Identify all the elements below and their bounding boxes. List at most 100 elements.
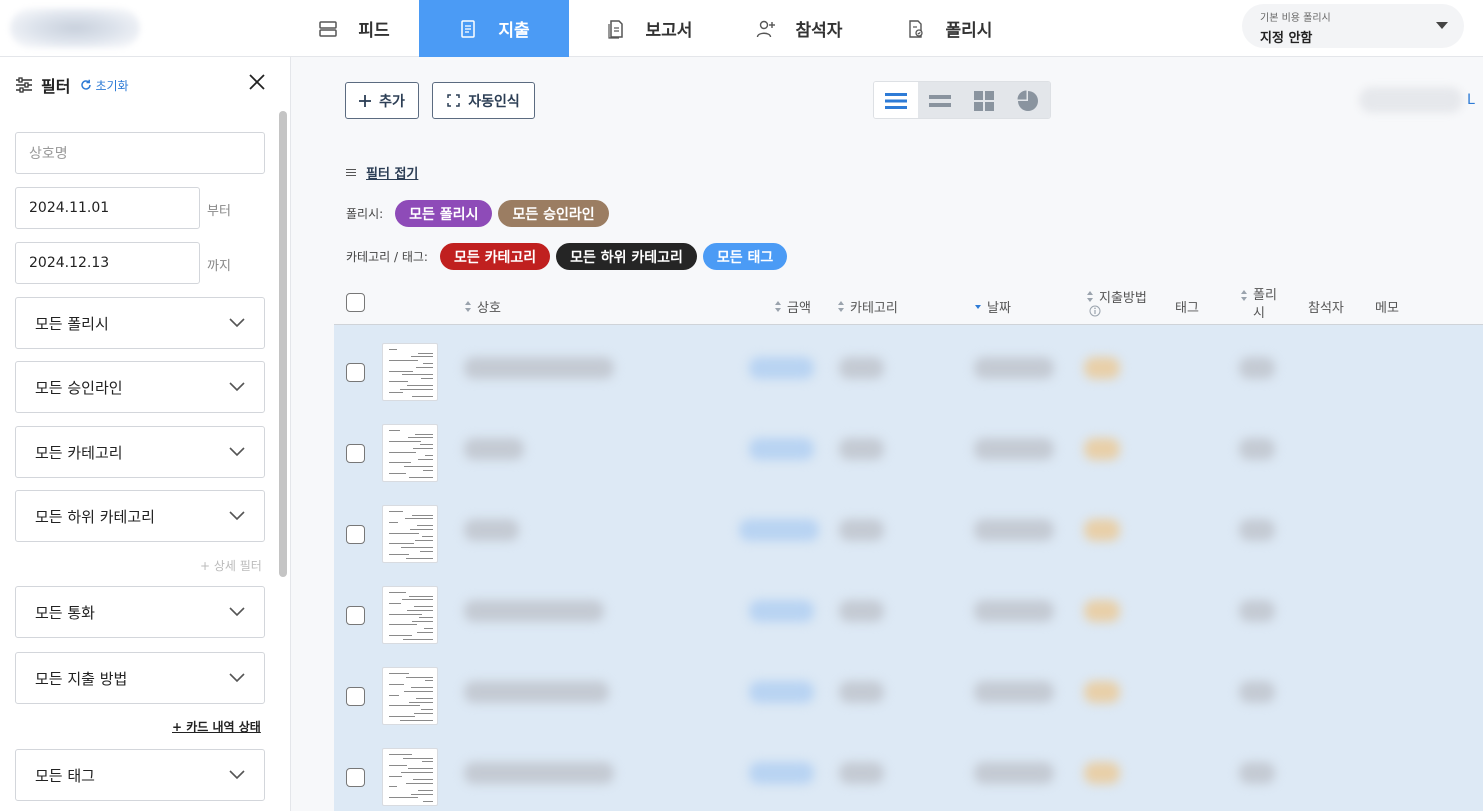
subcategory-chip[interactable]: 모든 하위 카테고리	[556, 243, 697, 270]
column-category[interactable]: 카테고리	[838, 297, 898, 316]
sort-icon	[465, 301, 471, 312]
column-date[interactable]: 날짜	[975, 297, 1011, 316]
merchant-input[interactable]: 상호명	[15, 132, 265, 174]
info-icon[interactable]	[1089, 305, 1101, 317]
company-logo[interactable]	[10, 8, 140, 48]
category-chip-label: 카테고리 / 태그:	[346, 250, 428, 264]
column-amount[interactable]: 금액	[775, 297, 811, 316]
nav-item-feed[interactable]: 피드	[289, 0, 419, 57]
table-row[interactable]	[334, 325, 1483, 406]
sort-icon	[775, 301, 781, 312]
detail-filter-link[interactable]: + 상세 필터	[200, 557, 262, 574]
amount-cell	[739, 519, 819, 541]
column-merchant[interactable]: 상호	[465, 297, 501, 316]
payment-method-cell	[1084, 681, 1120, 703]
default-policy-selector[interactable]: 기본 비용 폴리시 지정 안함	[1242, 4, 1464, 48]
column-label: 태그	[1175, 301, 1199, 316]
row-checkbox[interactable]	[346, 687, 365, 706]
compact-view-button[interactable]	[918, 82, 962, 118]
table-row[interactable]	[334, 406, 1483, 487]
reset-filters-button[interactable]: 초기화	[80, 77, 129, 94]
merchant-cell	[464, 519, 519, 541]
sort-icon	[838, 301, 844, 312]
receipt-thumbnail[interactable]	[382, 586, 438, 644]
policy-chip[interactable]: 모든 폴리시	[395, 200, 493, 227]
auto-recognize-button[interactable]: 자동인식	[432, 82, 535, 119]
column-payment-method[interactable]: 지출방법	[1087, 287, 1147, 306]
approval-line-chip[interactable]: 모든 승인라인	[498, 200, 609, 227]
tag-filter-select[interactable]: 모든 태그	[15, 749, 265, 801]
policy-selector-label: 기본 비용 폴리시	[1260, 13, 1331, 24]
receipt-icon	[461, 19, 476, 38]
category-filter-select[interactable]: 모든 카테고리	[15, 426, 265, 478]
column-memo[interactable]: 메모	[1375, 297, 1399, 316]
row-checkbox[interactable]	[346, 768, 365, 787]
row-checkbox[interactable]	[346, 606, 365, 625]
list-view-button[interactable]	[874, 82, 918, 118]
date-cell	[974, 519, 1054, 541]
table-row[interactable]	[334, 649, 1483, 730]
add-expense-button[interactable]: 추가	[345, 82, 419, 119]
table-row[interactable]	[334, 568, 1483, 649]
sliders-icon	[16, 77, 32, 93]
chart-view-button[interactable]	[1006, 82, 1050, 118]
policy-cell	[1239, 357, 1275, 379]
policy-cell	[1239, 600, 1275, 622]
close-icon[interactable]	[248, 73, 266, 91]
column-attendees[interactable]: 참석자	[1308, 297, 1344, 316]
scan-frame-icon	[447, 94, 460, 107]
receipt-thumbnail[interactable]	[382, 343, 438, 401]
nav-label: 피드	[358, 21, 390, 41]
nav-item-expense[interactable]: 지출	[419, 0, 569, 57]
blurred-user-info	[1359, 87, 1463, 113]
receipt-thumbnail[interactable]	[382, 505, 438, 563]
table-row[interactable]	[334, 487, 1483, 568]
table-row[interactable]	[334, 730, 1483, 811]
row-checkbox[interactable]	[346, 363, 365, 382]
column-label: 지출방법	[1099, 291, 1147, 306]
date-from-input[interactable]: 2024.11.01	[15, 187, 200, 229]
payment-method-cell	[1084, 600, 1120, 622]
category-cell	[839, 519, 884, 541]
card-status-link[interactable]: + 카드 내역 상태	[172, 718, 261, 735]
payment-method-filter-select[interactable]: 모든 지출 방법	[15, 652, 265, 704]
payment-method-cell	[1084, 357, 1120, 379]
select-all-checkbox[interactable]	[346, 293, 365, 312]
subcategory-filter-select[interactable]: 모든 하위 카테고리	[15, 490, 265, 542]
nav-item-report[interactable]: 보고서	[589, 0, 709, 57]
policy-filter-select[interactable]: 모든 폴리시	[15, 297, 265, 349]
grid-view-button[interactable]	[962, 82, 1006, 118]
policy-chip-label: 폴리시:	[346, 207, 384, 221]
receipt-thumbnail[interactable]	[382, 667, 438, 725]
merchant-cell	[464, 600, 604, 622]
chevron-down-icon	[229, 382, 245, 392]
column-label: 참석자	[1308, 301, 1344, 316]
row-checkbox[interactable]	[346, 525, 365, 544]
top-navigation-bar: 피드 지출 보고서 참석자 폴리시 기본 비용 폴리시 지정 안함	[0, 0, 1483, 57]
currency-filter-select[interactable]: 모든 통화	[15, 586, 265, 638]
tag-chip[interactable]: 모든 태그	[702, 243, 788, 270]
sort-icon	[1087, 291, 1093, 302]
approval-line-filter-select[interactable]: 모든 승인라인	[15, 361, 265, 413]
nav-label: 보고서	[645, 21, 693, 41]
nav-item-policy[interactable]: 폴리시	[889, 0, 1009, 57]
feed-icon	[319, 20, 338, 37]
nav-item-attendees[interactable]: 참석자	[739, 0, 859, 57]
policy-icon	[908, 19, 923, 38]
fold-filters-toggle[interactable]: 필터 접기	[346, 163, 418, 182]
row-checkbox[interactable]	[346, 444, 365, 463]
merchant-cell	[464, 438, 524, 460]
column-label: 날짜	[987, 301, 1011, 316]
merchant-cell	[464, 357, 614, 379]
column-label: 메모	[1375, 301, 1399, 316]
date-cell	[974, 762, 1054, 784]
receipt-thumbnail[interactable]	[382, 748, 438, 806]
select-value: 모든 폴리시	[35, 314, 109, 333]
sidebar-scrollbar[interactable]	[279, 111, 287, 577]
receipt-thumbnail[interactable]	[382, 424, 438, 482]
column-tag[interactable]: 태그	[1175, 297, 1199, 316]
date-to-input[interactable]: 2024.12.13	[15, 242, 200, 284]
category-chip[interactable]: 모든 카테고리	[439, 243, 551, 270]
column-policy[interactable]: 폴리시	[1241, 287, 1285, 323]
nav-label: 참석자	[795, 21, 843, 41]
